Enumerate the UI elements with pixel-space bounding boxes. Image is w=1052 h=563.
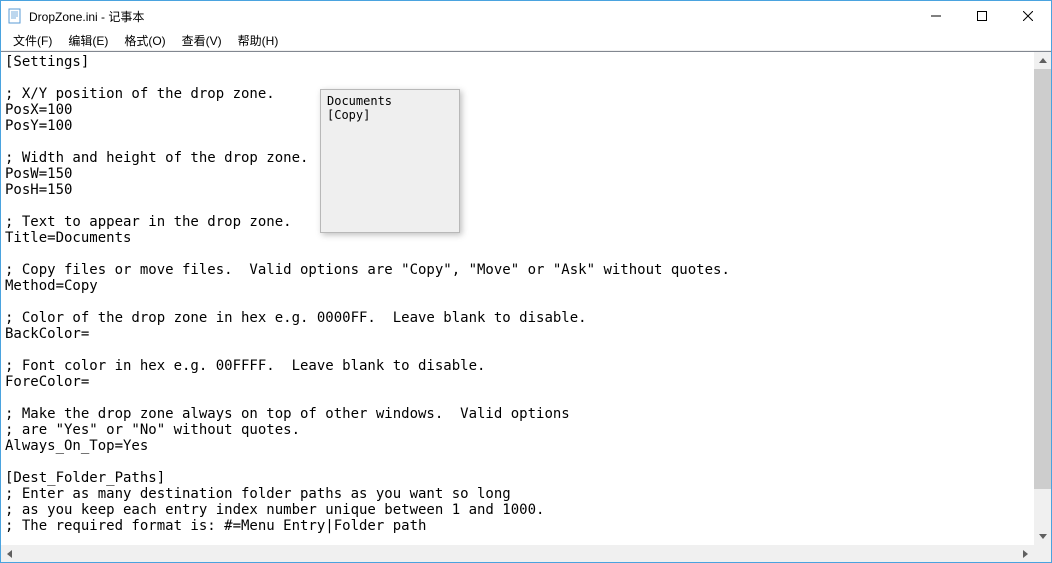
horizontal-scrollbar[interactable] bbox=[1, 545, 1034, 562]
menubar: 文件(F) 编辑(E) 格式(O) 查看(V) 帮助(H) bbox=[1, 31, 1051, 51]
notepad-window: DropZone.ini - 记事本 文件(F) 编辑(E) 格式(O) 查看(… bbox=[0, 0, 1052, 563]
titlebar[interactable]: DropZone.ini - 记事本 bbox=[1, 1, 1051, 31]
vertical-scroll-thumb[interactable] bbox=[1034, 69, 1051, 489]
scroll-left-button[interactable] bbox=[1, 545, 18, 562]
menu-help[interactable]: 帮助(H) bbox=[230, 30, 287, 51]
window-controls bbox=[913, 1, 1051, 31]
dropzone-method: [Copy] bbox=[327, 108, 453, 122]
scroll-down-button[interactable] bbox=[1034, 528, 1051, 545]
text-editor[interactable]: [Settings] ; X/Y position of the drop zo… bbox=[1, 52, 1034, 545]
menu-format[interactable]: 格式(O) bbox=[116, 30, 173, 51]
menu-edit[interactable]: 编辑(E) bbox=[60, 30, 116, 51]
scroll-up-button[interactable] bbox=[1034, 52, 1051, 69]
dropzone-title: Documents bbox=[327, 94, 453, 108]
close-button[interactable] bbox=[1005, 1, 1051, 31]
editor-area: [Settings] ; X/Y position of the drop zo… bbox=[1, 51, 1051, 562]
minimize-button[interactable] bbox=[913, 1, 959, 31]
window-title: DropZone.ini - 记事本 bbox=[29, 8, 144, 25]
maximize-button[interactable] bbox=[959, 1, 1005, 31]
scrollbar-corner bbox=[1034, 545, 1051, 562]
menu-file[interactable]: 文件(F) bbox=[5, 30, 60, 51]
scroll-right-button[interactable] bbox=[1017, 545, 1034, 562]
dropzone-window[interactable]: Documents [Copy] bbox=[320, 89, 460, 233]
notepad-icon bbox=[7, 8, 23, 24]
vertical-scrollbar[interactable] bbox=[1034, 52, 1051, 545]
menu-view[interactable]: 查看(V) bbox=[174, 30, 230, 51]
